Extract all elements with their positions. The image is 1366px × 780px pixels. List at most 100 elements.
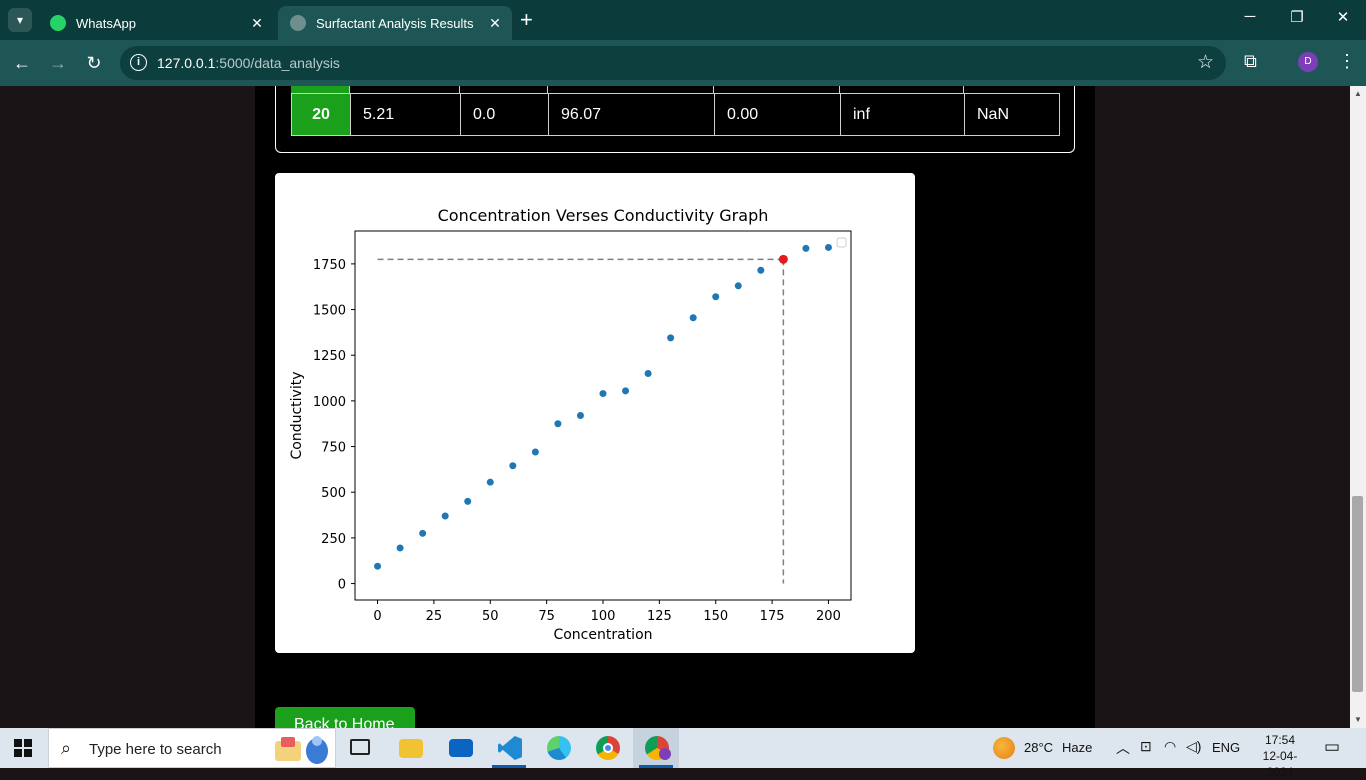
forward-arrow-icon[interactable]: → bbox=[46, 52, 70, 74]
data-point bbox=[824, 243, 832, 251]
task-view-icon[interactable] bbox=[338, 728, 384, 768]
url-text[interactable]: 127.0.0.1:5000/data_analysis bbox=[157, 55, 340, 71]
page-viewport: 20 5.21 0.0 96.07 0.00 inf NaN Concentra… bbox=[0, 86, 1350, 728]
data-point bbox=[441, 512, 449, 520]
meet-now-icon[interactable]: ⊡ bbox=[1140, 738, 1152, 755]
data-point bbox=[374, 562, 382, 570]
network-wifi-icon[interactable]: ◠ bbox=[1164, 738, 1176, 755]
table-cell: 0.00 bbox=[715, 94, 841, 135]
extensions-puzzle-icon[interactable]: ⧉ bbox=[1244, 51, 1257, 72]
windows-start-icon[interactable] bbox=[14, 739, 32, 757]
chart-card: Concentration Verses Conductivity Graph 0… bbox=[275, 173, 915, 653]
vscode-icon[interactable] bbox=[486, 728, 532, 768]
x-tick-label: 175 bbox=[760, 609, 785, 624]
close-icon[interactable]: ✕ bbox=[484, 15, 506, 32]
y-tick-label: 1750 bbox=[313, 258, 346, 273]
tab-title: Surfactant Analysis Results bbox=[316, 15, 474, 31]
page-scrollbar[interactable]: ▲ ▼ bbox=[1350, 86, 1366, 728]
globe-icon bbox=[290, 15, 306, 31]
table-cell: 0.0 bbox=[461, 94, 549, 135]
data-point bbox=[486, 478, 494, 486]
back-arrow-icon[interactable]: ← bbox=[10, 52, 34, 74]
data-point bbox=[599, 390, 607, 398]
highlight-point bbox=[778, 254, 788, 264]
weather-haze-icon[interactable] bbox=[993, 737, 1015, 759]
bookmark-star-icon[interactable]: ☆ bbox=[1197, 51, 1214, 74]
page-content: 20 5.21 0.0 96.07 0.00 inf NaN Concentra… bbox=[255, 86, 1095, 728]
table-cell: 5.21 bbox=[351, 94, 461, 135]
clock-time: 17:54 bbox=[1264, 733, 1296, 747]
taskbar-clock[interactable]: 17:54 12-04-2024 bbox=[1250, 732, 1310, 780]
plot-frame bbox=[354, 230, 852, 601]
new-tab-plus-icon[interactable]: + bbox=[520, 9, 533, 31]
menu-kebab-icon[interactable]: ⋮ bbox=[1338, 51, 1356, 72]
whatsapp-icon bbox=[50, 15, 66, 31]
data-point bbox=[644, 369, 652, 377]
tab-search-chevron-icon[interactable]: ▾ bbox=[8, 8, 32, 32]
notifications-icon[interactable]: ▭ bbox=[1324, 737, 1340, 757]
address-bar[interactable]: i 127.0.0.1:5000/data_analysis ☆ bbox=[120, 46, 1226, 80]
scroll-down-arrow-icon[interactable]: ▼ bbox=[1350, 712, 1366, 728]
x-tick-label: 25 bbox=[426, 609, 443, 624]
profile-avatar[interactable]: D bbox=[1298, 52, 1318, 72]
back-to-home-button[interactable]: Back to Home bbox=[275, 707, 415, 728]
y-tick-label: 750 bbox=[321, 441, 346, 456]
table-cell-index: 20 bbox=[292, 94, 351, 135]
scroll-up-arrow-icon[interactable]: ▲ bbox=[1350, 86, 1366, 102]
x-tick-label: 0 bbox=[373, 609, 381, 624]
chrome-profile-icon[interactable] bbox=[633, 728, 679, 768]
close-icon[interactable]: ✕ bbox=[246, 15, 268, 32]
table-cell: inf bbox=[841, 94, 965, 135]
x-tick-label: 75 bbox=[538, 609, 555, 624]
chrome-icon[interactable] bbox=[584, 728, 630, 768]
file-explorer-icon[interactable] bbox=[387, 728, 433, 768]
tab-title: WhatsApp bbox=[76, 15, 136, 31]
browser-toolbar: ← → ↻ i 127.0.0.1:5000/data_analysis ☆ ⧉… bbox=[0, 40, 1366, 86]
chart-title: Concentration Verses Conductivity Graph bbox=[438, 206, 769, 225]
tab-surfactant-analysis[interactable]: Surfactant Analysis Results ✕ bbox=[278, 6, 512, 40]
taskbar-search-box[interactable]: ⌕ Type here to search bbox=[48, 728, 336, 768]
edge-icon[interactable] bbox=[535, 728, 581, 768]
browser-tab-bar: ▾ WhatsApp ✕ Surfactant Analysis Results… bbox=[0, 0, 1366, 40]
x-axis-label: Concentration bbox=[553, 627, 652, 643]
data-point bbox=[734, 282, 742, 290]
data-point bbox=[757, 266, 765, 274]
data-point bbox=[396, 544, 404, 552]
data-point bbox=[576, 412, 584, 419]
y-tick-label: 0 bbox=[338, 578, 346, 593]
weather-temperature[interactable]: 28°C bbox=[1024, 740, 1053, 755]
minimize-icon[interactable]: ─ bbox=[1235, 8, 1265, 25]
table-row-partial bbox=[291, 86, 1060, 93]
restore-icon[interactable]: ❐ bbox=[1282, 8, 1312, 26]
tab-whatsapp[interactable]: WhatsApp ✕ bbox=[38, 6, 274, 40]
volume-speaker-icon[interactable]: ◁) bbox=[1186, 738, 1201, 755]
mail-icon[interactable] bbox=[437, 728, 483, 768]
table-row: 20 5.21 0.0 96.07 0.00 inf NaN bbox=[291, 93, 1060, 136]
input-language[interactable]: ENG bbox=[1212, 740, 1240, 755]
data-point bbox=[802, 244, 810, 252]
y-axis-label: Conductivity bbox=[289, 372, 305, 460]
data-point bbox=[509, 462, 517, 470]
y-tick-label: 1250 bbox=[313, 349, 346, 364]
data-point bbox=[531, 448, 539, 456]
y-tick-label: 1500 bbox=[313, 304, 346, 319]
table-cell: 96.07 bbox=[549, 94, 715, 135]
scrollbar-thumb[interactable] bbox=[1352, 496, 1363, 692]
data-point bbox=[667, 334, 675, 342]
data-point bbox=[622, 387, 630, 395]
window-close-icon[interactable]: ✕ bbox=[1328, 8, 1358, 26]
windows-taskbar: ⌕ Type here to search 28°C Haze ︿ ⊡ ◠ ◁)… bbox=[0, 728, 1366, 779]
search-placeholder: Type here to search bbox=[89, 741, 222, 758]
site-info-icon[interactable]: i bbox=[130, 54, 147, 71]
results-table-card: 20 5.21 0.0 96.07 0.00 inf NaN bbox=[275, 86, 1075, 153]
y-tick-label: 500 bbox=[321, 486, 346, 501]
data-point bbox=[464, 497, 472, 505]
x-tick-label: 200 bbox=[816, 609, 841, 624]
search-icon: ⌕ bbox=[61, 738, 72, 758]
weather-condition[interactable]: Haze bbox=[1062, 740, 1092, 755]
reload-icon[interactable]: ↻ bbox=[82, 52, 106, 74]
x-tick-label: 125 bbox=[647, 609, 672, 624]
data-point bbox=[712, 293, 720, 301]
data-point bbox=[419, 529, 427, 537]
show-hidden-icons-chevron-icon[interactable]: ︿ bbox=[1116, 738, 1130, 758]
